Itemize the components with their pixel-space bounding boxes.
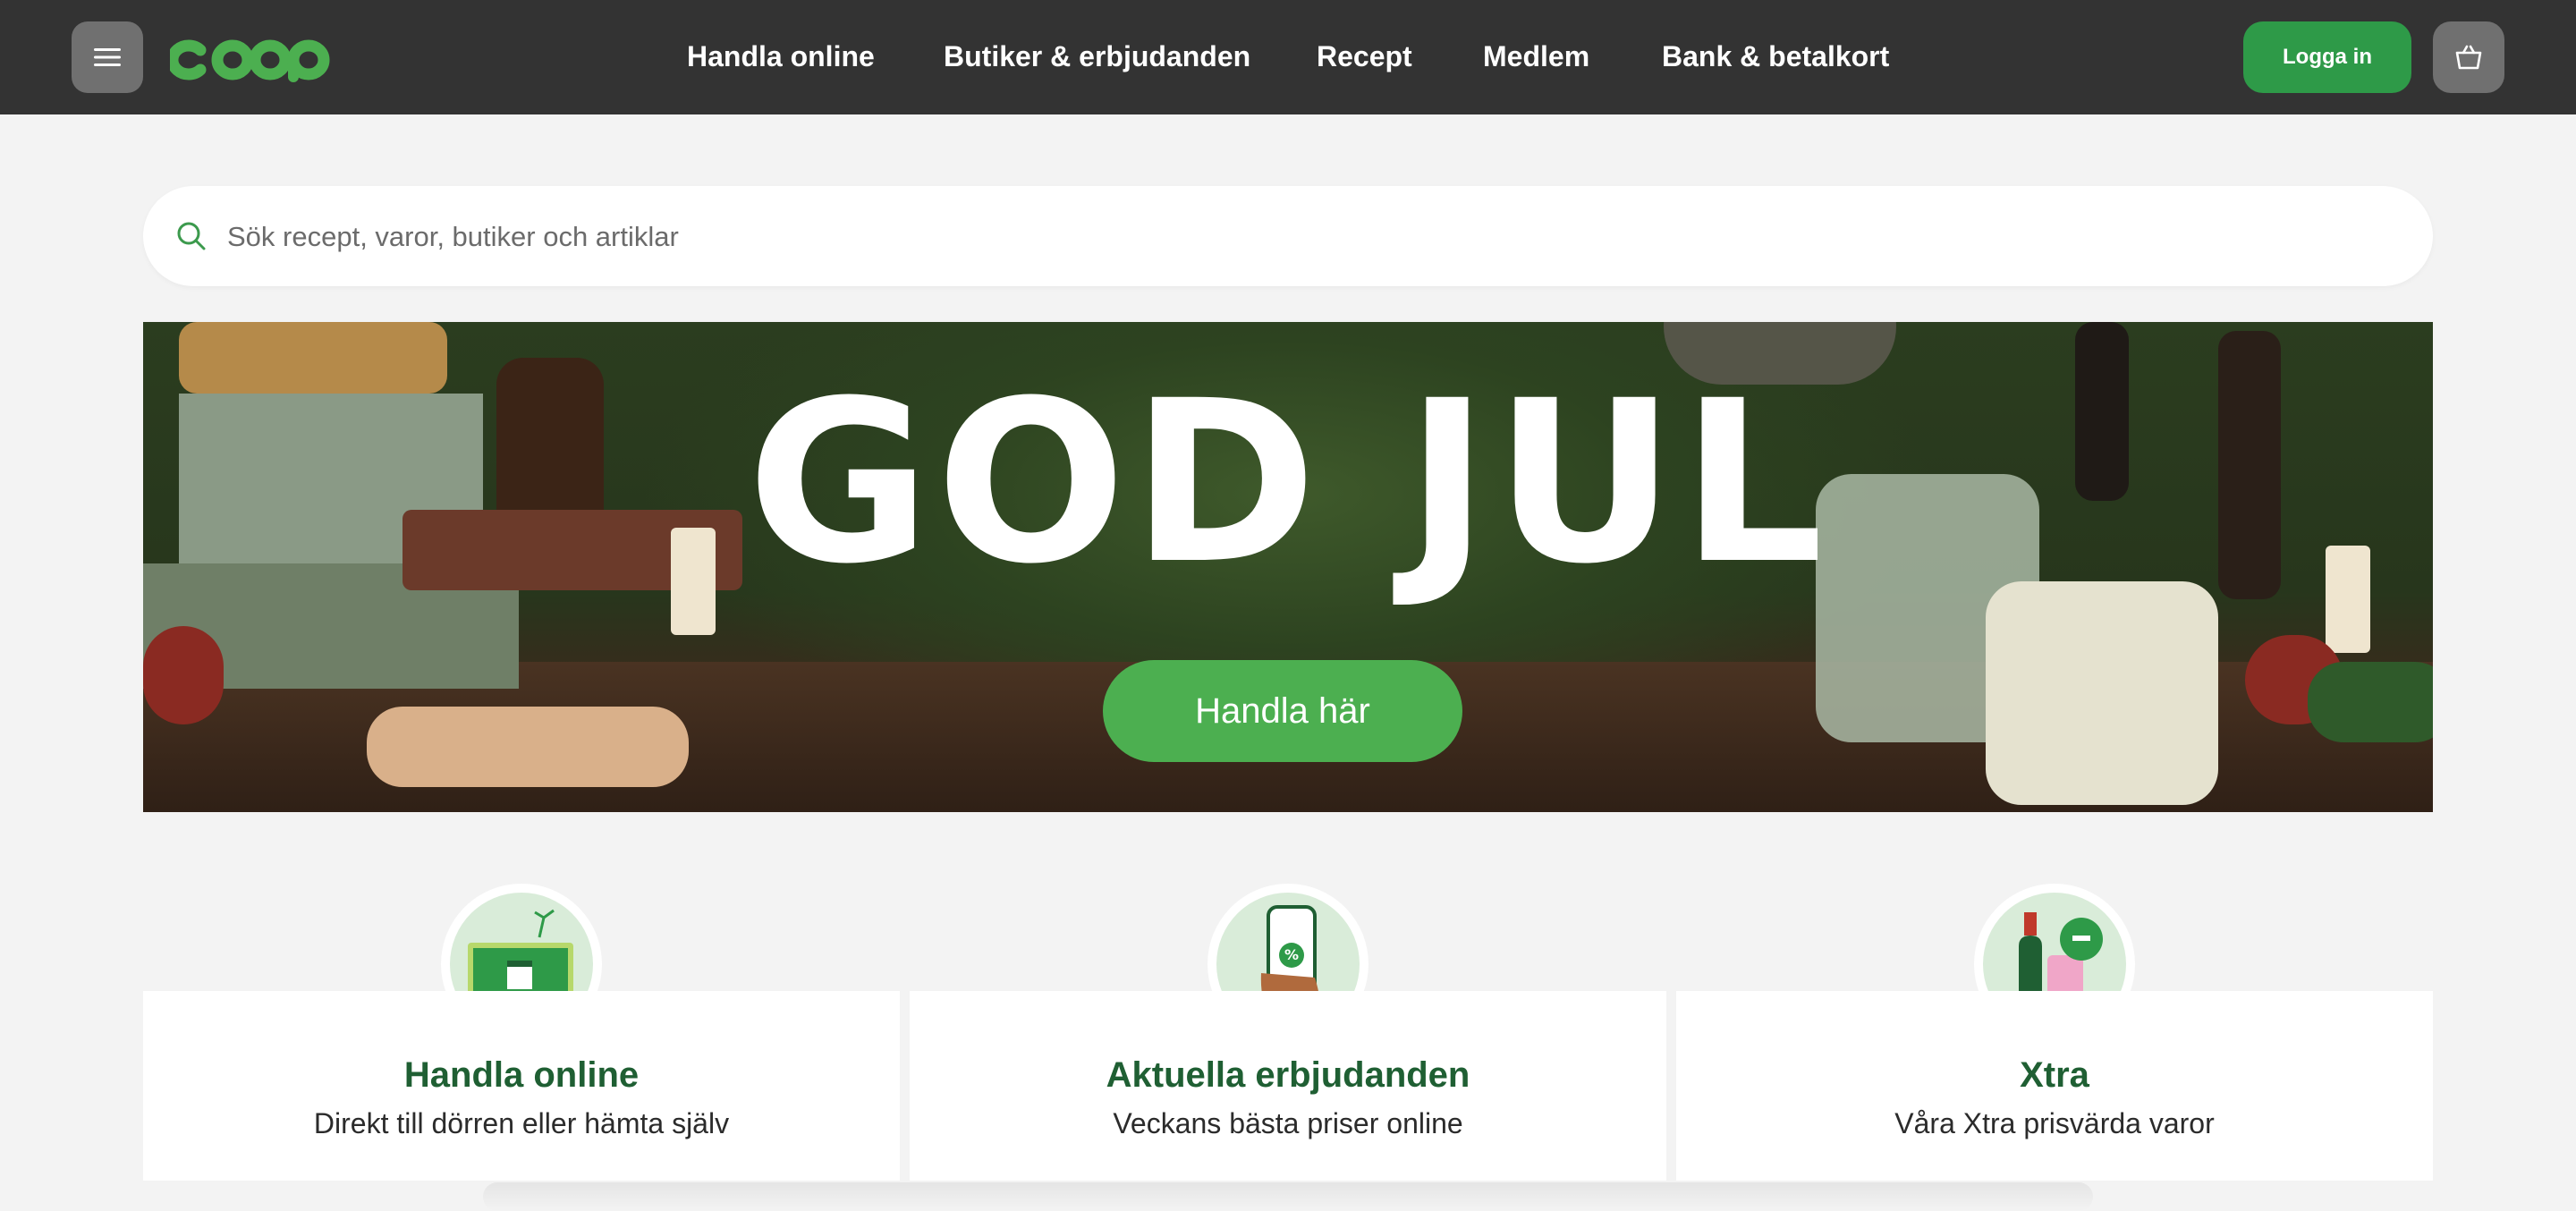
nav-butiker-erbjudanden[interactable]: Butiker & erbjudanden (944, 38, 1250, 74)
menu-button[interactable] (72, 21, 143, 93)
card-subtitle: Direkt till dörren eller hämta själv (313, 1107, 730, 1139)
basket-icon (2455, 45, 2482, 70)
content-fade (483, 1182, 2093, 1211)
nav-recept[interactable]: Recept (1317, 38, 1412, 74)
search-bar (143, 186, 2433, 286)
card-title: Handla online (403, 1055, 640, 1095)
hero-shop-button[interactable]: Handla här (1103, 660, 1462, 762)
nav-bank-betalkort[interactable]: Bank & betalkort (1662, 38, 1889, 74)
nav-medlem[interactable]: Medlem (1483, 38, 1589, 74)
hamburger-icon (94, 48, 121, 66)
search-input[interactable] (225, 211, 2376, 263)
card-title: Xtra (2020, 1055, 2089, 1095)
card-subtitle: Veckans bästa priser online (1113, 1107, 1463, 1139)
card-xtra[interactable]: Xtra Våra Xtra prisvärda varor (1676, 991, 2433, 1181)
christmas-hero-banner[interactable]: GOD JUL Handla här (143, 322, 2433, 812)
login-button[interactable]: Logga in (2243, 21, 2411, 93)
pine-branch-image (2308, 662, 2433, 742)
hero-title: GOD JUL (747, 352, 1829, 613)
card-aktuella-erbjudanden[interactable]: Aktuella erbjudanden Veckans bästa prise… (910, 991, 1666, 1181)
card-title: Aktuella erbjudanden (1106, 1055, 1470, 1095)
card-handla-online[interactable]: Handla online Direkt till dörren eller h… (143, 991, 900, 1181)
chocolates-image (367, 707, 689, 787)
svg-text:%: % (1284, 946, 1299, 963)
card-subtitle: Våra Xtra prisvärda varor (1894, 1107, 2215, 1139)
top-header: Handla online Butiker & erbjudanden Rece… (0, 0, 2576, 114)
nav-handla-online[interactable]: Handla online (687, 38, 875, 74)
cart-button[interactable] (2433, 21, 2504, 93)
apple-image (143, 626, 224, 724)
search-icon (177, 222, 206, 250)
coop-logo[interactable] (170, 34, 335, 84)
jar-image (1986, 581, 2218, 805)
